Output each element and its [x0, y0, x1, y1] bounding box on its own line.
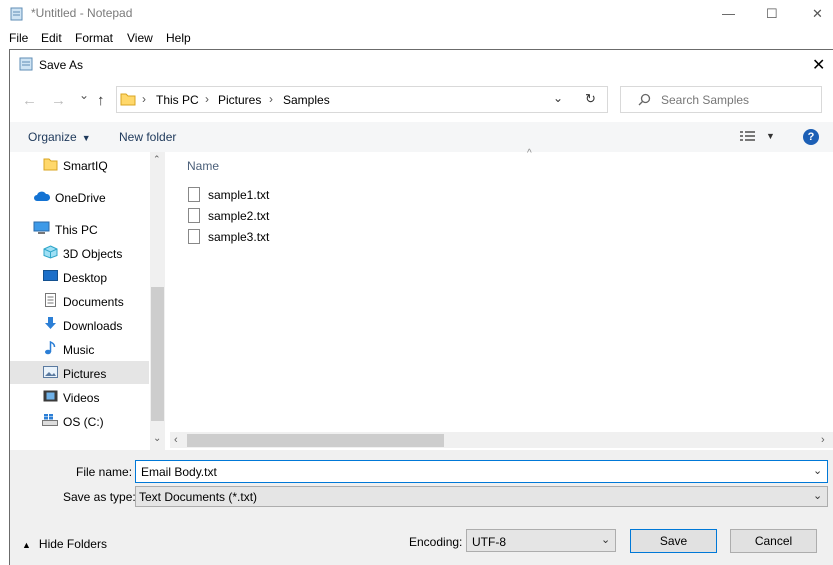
scroll-left-icon[interactable]: ‹	[174, 434, 178, 446]
save-type-label: Save as type:	[63, 490, 136, 504]
cloud-icon	[34, 191, 51, 201]
text-file-icon	[188, 229, 200, 244]
organize-button[interactable]: Organize ▼	[28, 130, 91, 144]
text-file-icon	[188, 208, 200, 223]
forward-icon[interactable]: →	[51, 92, 66, 109]
search-icon	[638, 93, 651, 106]
dialog-title: Save As	[39, 58, 84, 72]
recent-locations-icon[interactable]: ⌄	[79, 88, 89, 102]
refresh-icon[interactable]: ↻	[585, 91, 596, 107]
nav-item-os-c[interactable]: OS (C:)	[10, 409, 150, 433]
nav-scrollbar-thumb[interactable]	[151, 287, 164, 421]
column-header-name[interactable]: Name	[187, 159, 219, 173]
drive-icon	[42, 414, 58, 426]
breadcrumb-separator-icon: ›	[205, 92, 209, 106]
nav-item-desktop[interactable]: Desktop	[10, 265, 150, 289]
cube-icon	[43, 245, 58, 259]
breadcrumb-separator-icon: ›	[269, 92, 273, 106]
nav-label: Documents	[63, 295, 124, 309]
picture-icon	[43, 366, 58, 378]
breadcrumb-pictures[interactable]: Pictures	[218, 93, 261, 107]
folder-icon	[120, 93, 136, 106]
nav-item-music[interactable]: Music	[10, 337, 150, 361]
new-folder-button[interactable]: New folder	[119, 130, 176, 144]
music-icon	[45, 341, 56, 355]
search-placeholder: Search Samples	[661, 93, 750, 107]
nav-item-pictures[interactable]: Pictures	[10, 361, 150, 385]
computer-icon	[33, 221, 50, 234]
text-file-icon	[188, 187, 200, 202]
nav-label: Videos	[63, 391, 100, 405]
hide-folders-label: Hide Folders	[38, 537, 107, 551]
nav-item-onedrive[interactable]: OneDrive	[10, 185, 150, 209]
nav-item-documents[interactable]: Documents	[10, 289, 150, 313]
document-icon	[45, 293, 56, 307]
nav-label: Desktop	[63, 271, 108, 285]
encoding-dropdown-icon[interactable]: ⌄	[601, 533, 610, 546]
sort-ascending-icon: ^	[527, 148, 532, 159]
chevron-down-icon: ▼	[81, 133, 91, 143]
breadcrumb-samples[interactable]: Samples	[283, 93, 330, 107]
breadcrumb-this-pc[interactable]: This PC	[156, 93, 199, 107]
file-name-input[interactable]	[135, 460, 828, 483]
nav-label: OS (C:)	[63, 415, 104, 429]
notepad-icon	[10, 7, 23, 21]
file-name-value[interactable]: Email Body.txt	[141, 465, 217, 479]
nav-label: Pictures	[63, 367, 107, 381]
video-icon	[43, 390, 58, 402]
save-type-dropdown-icon[interactable]: ⌄	[813, 489, 822, 502]
nav-label: Downloads	[63, 319, 123, 333]
notepad-icon	[19, 57, 33, 71]
menu-file[interactable]: File	[9, 31, 28, 45]
scroll-right-icon[interactable]: ›	[821, 434, 825, 446]
nav-label: SmartIQ	[63, 159, 108, 173]
nav-label: 3D Objects	[63, 247, 123, 261]
help-icon[interactable]: ?	[803, 129, 819, 145]
menu-edit[interactable]: Edit	[41, 31, 62, 45]
hide-folders-button[interactable]: ▲ Hide Folders	[22, 537, 107, 551]
nav-item-this-pc[interactable]: This PC	[10, 217, 150, 241]
encoding-label: Encoding:	[409, 535, 463, 549]
nav-item-downloads[interactable]: Downloads	[10, 313, 150, 337]
dialog-close-icon[interactable]: ✕	[812, 55, 825, 75]
view-options-icon[interactable]	[740, 130, 756, 143]
download-icon	[45, 317, 56, 329]
up-icon[interactable]: ↑	[97, 92, 105, 109]
menu-help[interactable]: Help	[166, 31, 191, 45]
nav-label: This PC	[55, 223, 98, 237]
scroll-down-icon[interactable]: ⌄	[153, 433, 161, 444]
breadcrumb-separator-icon: ›	[142, 92, 146, 106]
chevron-up-icon: ▲	[22, 540, 31, 550]
address-dropdown-icon[interactable]: ⌄	[553, 91, 563, 105]
horizontal-scrollbar-thumb[interactable]	[187, 434, 444, 447]
encoding-value: UTF-8	[472, 535, 506, 549]
minimize-icon[interactable]: —	[722, 6, 735, 21]
scroll-up-icon[interactable]: ⌃	[153, 154, 161, 165]
nav-item-smartiq[interactable]: SmartIQ	[10, 153, 150, 177]
organize-label: Organize	[28, 130, 77, 144]
file-name-dropdown-icon[interactable]: ⌄	[813, 464, 822, 477]
nav-label: OneDrive	[55, 191, 106, 205]
menu-view[interactable]: View	[127, 31, 153, 45]
view-dropdown-icon[interactable]: ▼	[766, 131, 775, 141]
folder-icon	[43, 158, 58, 171]
nav-item-videos[interactable]: Videos	[10, 385, 150, 409]
back-icon[interactable]: ←	[22, 92, 37, 109]
file-name: sample2.txt	[208, 209, 270, 223]
file-name: sample1.txt	[208, 188, 270, 202]
notepad-menubar	[0, 28, 833, 48]
cancel-button[interactable]: Cancel	[730, 529, 817, 553]
notepad-title: *Untitled - Notepad	[31, 6, 133, 20]
desktop-icon	[43, 270, 58, 281]
nav-label: Music	[63, 343, 95, 357]
close-icon[interactable]: ✕	[812, 6, 823, 22]
menu-format[interactable]: Format	[75, 31, 113, 45]
save-type-value: Text Documents (*.txt)	[139, 490, 258, 504]
maximize-icon[interactable]: ☐	[766, 6, 778, 22]
nav-item-3d-objects[interactable]: 3D Objects	[10, 241, 150, 265]
file-name-label: File name:	[76, 465, 133, 479]
save-button[interactable]: Save	[630, 529, 717, 553]
file-name: sample3.txt	[208, 230, 270, 244]
